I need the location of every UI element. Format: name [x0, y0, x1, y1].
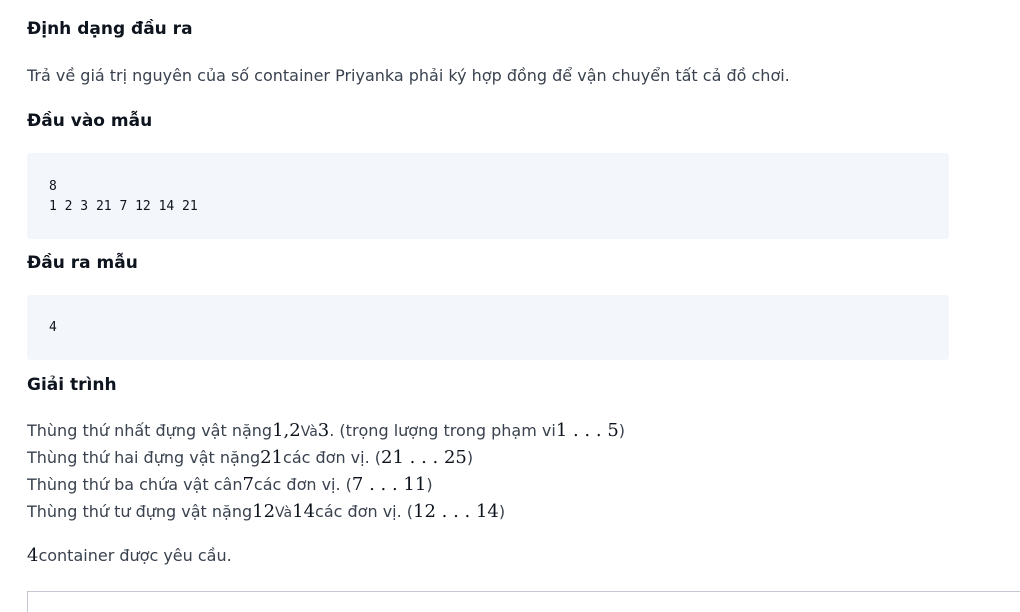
explanation-line-1-text-3: . (trọng lượng trong phạm vi	[329, 421, 556, 440]
explanation-line-4-text-1: Thùng thứ tư đựng vật nặng	[27, 502, 253, 521]
explanation-line-4: Thùng thứ tư đựng vật nặng12Và14các đơn …	[27, 498, 505, 525]
output-format-text: Trả về giá trị nguyên của số container P…	[27, 66, 790, 85]
explanation-line-4-text-2: Và	[275, 505, 293, 521]
explanation-line-2-math-2: 21 . . . 25	[381, 447, 467, 468]
output-format-heading: Định dạng đầu ra	[27, 19, 193, 39]
explanation-line-3-math-1: 7	[242, 474, 254, 495]
explanation-line-3-text-3: )	[426, 475, 433, 494]
explanation-line-4-math-2: 14	[292, 501, 316, 522]
sample-input-code: 8 1 2 3 21 7 12 14 21	[49, 177, 198, 217]
explanation-line-4-math-3: 12 . . . 14	[413, 501, 499, 522]
sample-input-heading: Đầu vào mẫu	[27, 111, 153, 131]
explanation-conclusion: 4container được yêu cầu.	[27, 542, 232, 569]
sample-input-block[interactable]: 8 1 2 3 21 7 12 14 21	[27, 153, 949, 239]
sample-input-line-1: 8	[49, 179, 57, 194]
explanation-line-1-text-4: )	[618, 421, 626, 440]
explanation-line-1-math-3: 3	[317, 420, 330, 441]
explanation-line-4-text-3: các đơn vị. (	[315, 502, 414, 521]
explanation-line-2-text-2: các đơn vị. (	[283, 448, 381, 467]
sample-input-line-2: 1 2 3 21 7 12 14 21	[49, 199, 198, 214]
explanation-line-1-math-2: 2	[289, 420, 301, 441]
explanation-line-4-text-4: )	[498, 502, 506, 521]
explanation-line-1-text-2: Và	[300, 424, 318, 440]
sample-output-line-1: 4	[49, 320, 57, 335]
explanation-heading: Giải trình	[27, 375, 117, 395]
explanation-line-2-text-3: )	[466, 448, 474, 467]
explanation-line-2: Thùng thứ hai đựng vật nặng21các đơn vị.…	[27, 444, 473, 471]
sample-output-heading: Đầu ra mẫu	[27, 253, 138, 273]
explanation-line-3-text-1: Thùng thứ ba chứa vật cân	[27, 475, 243, 494]
explanation-line-3: Thùng thứ ba chứa vật cân7các đơn vị. (7…	[27, 471, 433, 498]
explanation-line-2-math-1: 21	[260, 447, 284, 468]
explanation-line-1-math-4: 1 . . . 5	[555, 420, 619, 441]
sample-output-code: 4	[49, 318, 57, 338]
explanation-line-1-text-1: Thùng thứ nhất đựng vật nặng	[27, 421, 273, 440]
next-section-box	[27, 591, 1020, 612]
explanation-line-3-text-2: các đơn vị. (	[253, 475, 352, 494]
explanation-line-1-math-1: 1	[272, 420, 284, 441]
explanation-line-3-math-2: 7 . . . 11	[351, 474, 427, 495]
explanation-line-2-text-1: Thùng thứ hai đựng vật nặng	[27, 448, 261, 467]
explanation-conclusion-math: 4	[27, 545, 39, 566]
explanation-line-1: Thùng thứ nhất đựng vật nặng1,2Và3. (trọ…	[27, 417, 625, 444]
sample-output-block[interactable]: 4	[27, 295, 949, 360]
explanation-line-4-math-1: 12	[252, 501, 276, 522]
explanation-conclusion-text: container được yêu cầu.	[38, 546, 232, 565]
